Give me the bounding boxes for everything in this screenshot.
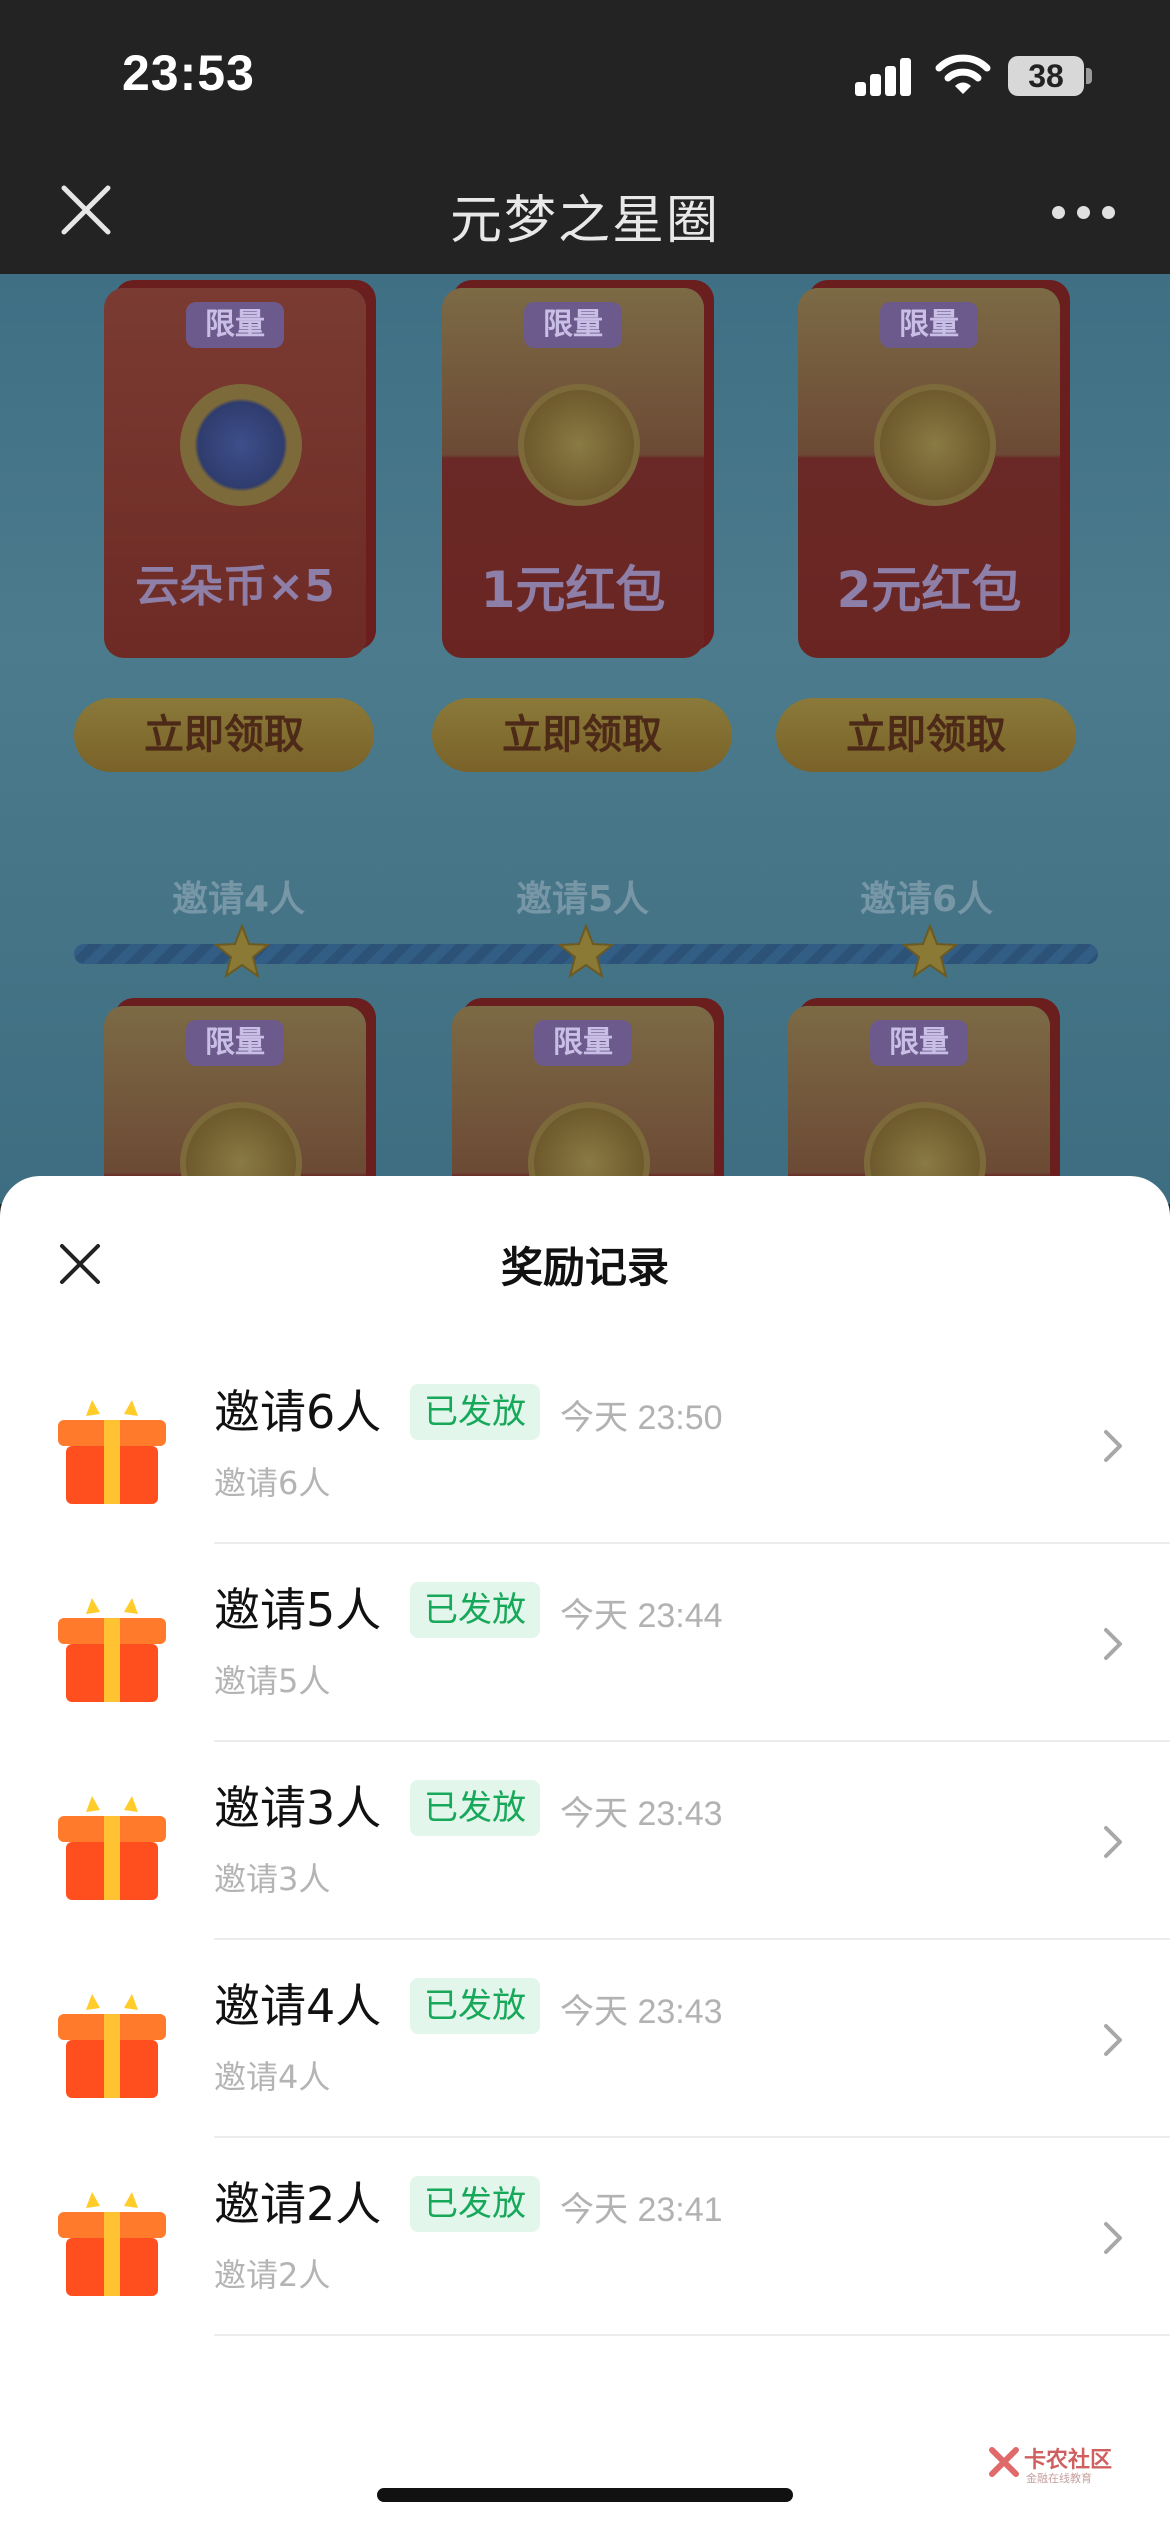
reward-card: 限量 bbox=[452, 1006, 714, 1204]
gift-icon bbox=[58, 1598, 166, 1702]
record-subtitle: 邀请5人 bbox=[214, 1662, 331, 1700]
gift-icon bbox=[58, 1796, 166, 1900]
record-subtitle: 邀请2人 bbox=[214, 2256, 331, 2294]
reward-records-sheet: 奖励记录 邀请6人 已发放 今天 23:50 邀请6人 邀请5人 已发放 今天 … bbox=[0, 1176, 1170, 2532]
chevron-right-icon bbox=[1104, 2024, 1122, 2056]
gift-icon bbox=[58, 1994, 166, 2098]
nav-bar: 元梦之星圈 bbox=[0, 150, 1170, 274]
record-time: 今天 23:43 bbox=[560, 1795, 723, 1833]
star-icon bbox=[901, 923, 959, 979]
record-time: 今天 23:50 bbox=[560, 1399, 723, 1437]
list-item[interactable]: 邀请3人 已发放 今天 23:43 邀请3人 bbox=[0, 1742, 1170, 1940]
record-subtitle: 邀请3人 bbox=[214, 1860, 331, 1898]
status-time: 23:53 bbox=[122, 45, 255, 101]
star-icon bbox=[213, 923, 271, 979]
reward-card: 限量 bbox=[104, 1006, 366, 1204]
list-item[interactable]: 邀请2人 已发放 今天 23:41 邀请2人 bbox=[0, 2138, 1170, 2336]
page-title: 元梦之星圈 bbox=[449, 191, 720, 251]
claim-button: 立即领取 bbox=[74, 698, 374, 772]
record-subtitle: 邀请6人 bbox=[214, 1464, 331, 1502]
limited-tag: 限量 bbox=[186, 1020, 284, 1066]
divider bbox=[214, 2334, 1170, 2336]
limited-tag: 限量 bbox=[534, 1020, 632, 1066]
status-badge: 已发放 bbox=[410, 1780, 540, 1836]
milestone-label: 邀请6人 bbox=[860, 879, 994, 920]
list-item[interactable]: 邀请5人 已发放 今天 23:44 邀请5人 bbox=[0, 1544, 1170, 1742]
list-item[interactable]: 邀请6人 已发放 今天 23:50 邀请6人 bbox=[0, 1346, 1170, 1544]
cellular-signal-icon bbox=[855, 56, 915, 96]
watermark-logo: 卡农社区 金融在线教育 bbox=[988, 2442, 1118, 2488]
gift-icon bbox=[58, 1400, 166, 1504]
record-title: 邀请5人 bbox=[214, 1583, 382, 1637]
limited-tag: 限量 bbox=[870, 1020, 968, 1066]
claim-button: 立即领取 bbox=[432, 698, 732, 772]
gift-icon bbox=[58, 2192, 166, 2296]
watermark-tagline: 金融在线教育 bbox=[1026, 2472, 1092, 2485]
milestone-label: 邀请5人 bbox=[516, 879, 650, 920]
status-badge: 已发放 bbox=[410, 1384, 540, 1440]
record-title: 邀请3人 bbox=[214, 1781, 382, 1835]
status-badge: 已发放 bbox=[410, 1582, 540, 1638]
record-title: 邀请2人 bbox=[214, 2177, 382, 2231]
claim-button: 立即领取 bbox=[776, 698, 1076, 772]
limited-tag: 限量 bbox=[186, 302, 284, 348]
sheet-title: 奖励记录 bbox=[500, 1243, 669, 1292]
limited-tag: 限量 bbox=[524, 302, 622, 348]
chevron-right-icon bbox=[1104, 2222, 1122, 2254]
record-time: 今天 23:41 bbox=[560, 2191, 723, 2229]
reward-card: 限量 bbox=[788, 1006, 1050, 1204]
cloud-coin-icon bbox=[180, 384, 302, 506]
reward-card: 限量 2元红包 bbox=[798, 288, 1060, 658]
milestone-label: 邀请4人 bbox=[172, 879, 306, 920]
reward-card: 限量 云朵币×5 bbox=[104, 288, 366, 658]
kanong-logo-icon bbox=[989, 2447, 1019, 2477]
background-page-overlay: 限量 云朵币×5 限量 1元红包 限量 2元红包 立即领取 立即领取 立即领取 … bbox=[0, 274, 1170, 1204]
limited-tag: 限量 bbox=[880, 302, 978, 348]
reward-card: 限量 1元红包 bbox=[442, 288, 704, 658]
star-icon bbox=[557, 923, 615, 979]
status-bar: 23:53 38 bbox=[0, 0, 1170, 150]
wifi-icon bbox=[935, 54, 991, 94]
reward-label: 1元红包 bbox=[480, 561, 666, 619]
coin-icon bbox=[518, 384, 640, 506]
record-subtitle: 邀请4人 bbox=[214, 2058, 331, 2096]
record-time: 今天 23:44 bbox=[560, 1597, 723, 1635]
record-title: 邀请4人 bbox=[214, 1979, 382, 2033]
reward-label: 2元红包 bbox=[836, 561, 1022, 619]
status-badge: 已发放 bbox=[410, 1978, 540, 2034]
status-badge: 已发放 bbox=[410, 2176, 540, 2232]
reward-label: 云朵币×5 bbox=[135, 561, 335, 612]
chevron-right-icon bbox=[1104, 1628, 1122, 1660]
list-item[interactable]: 邀请4人 已发放 今天 23:43 邀请4人 bbox=[0, 1940, 1170, 2138]
record-time: 今天 23:43 bbox=[560, 1993, 723, 2031]
coin-icon bbox=[874, 384, 996, 506]
battery-icon: 38 bbox=[1008, 56, 1084, 96]
more-options-icon[interactable] bbox=[1052, 204, 1116, 220]
home-indicator[interactable] bbox=[377, 2488, 793, 2502]
battery-cap bbox=[1086, 68, 1092, 84]
reward-records-list: 邀请6人 已发放 今天 23:50 邀请6人 邀请5人 已发放 今天 23:44… bbox=[0, 1346, 1170, 2336]
chevron-right-icon bbox=[1104, 1826, 1122, 1858]
chevron-right-icon bbox=[1104, 1430, 1122, 1462]
record-title: 邀请6人 bbox=[214, 1385, 382, 1439]
